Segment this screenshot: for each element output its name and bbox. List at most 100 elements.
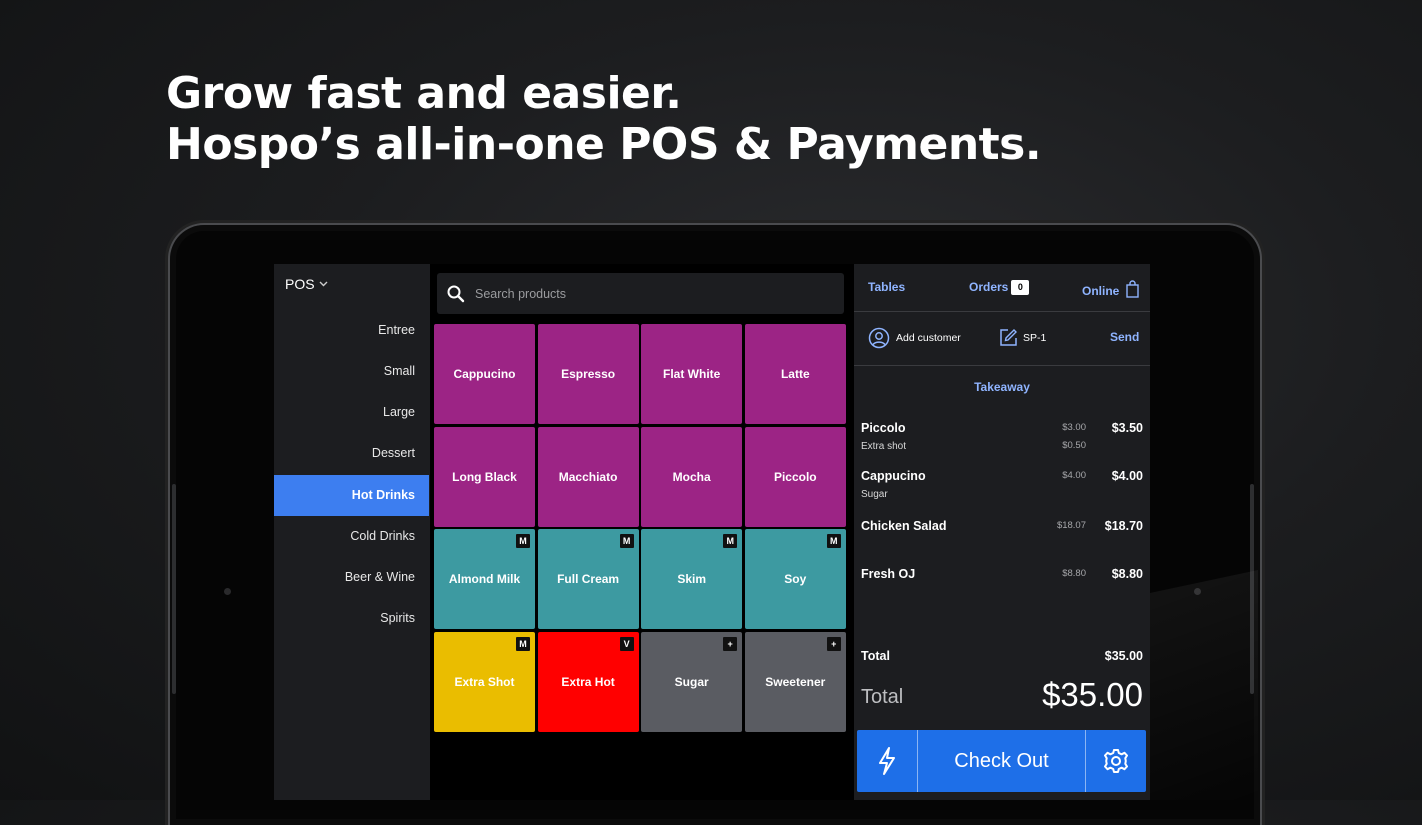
checkout-button[interactable]: Check Out bbox=[918, 730, 1085, 792]
product-tile-skim[interactable]: Skim M bbox=[641, 529, 743, 630]
product-tile-label: Extra Hot bbox=[561, 674, 615, 689]
product-tile-label: Flat White bbox=[663, 367, 721, 381]
product-tile-label: Extra Shot bbox=[454, 674, 515, 689]
category-item-large[interactable]: Large bbox=[274, 392, 429, 433]
send-button[interactable]: Send bbox=[1110, 330, 1139, 344]
product-tile-label: Full Cream bbox=[557, 572, 620, 587]
product-tile-almond-milk[interactable]: Almond Milk M bbox=[434, 529, 535, 630]
modifier-badge: M bbox=[826, 534, 841, 549]
product-tile-latte[interactable]: Latte bbox=[744, 324, 846, 424]
orders-count-badge: 0 bbox=[1011, 280, 1030, 295]
order-line-total: $4.00 bbox=[1111, 469, 1143, 483]
checkout-bar: Check Out bbox=[857, 730, 1146, 792]
grand-total-value: $35.00 bbox=[1042, 676, 1143, 713]
order-line[interactable]: Chicken Salad $18.07 $18.70 bbox=[861, 519, 1143, 539]
modifier-badge: M bbox=[516, 534, 530, 549]
lightning-icon bbox=[879, 747, 895, 775]
settings-button[interactable] bbox=[1085, 730, 1146, 792]
order-line-total: $18.70 bbox=[1104, 519, 1143, 533]
product-tile-label: Mocha bbox=[672, 469, 711, 484]
product-tile-soy[interactable]: Soy M bbox=[744, 529, 846, 630]
product-tile-label: Soy bbox=[784, 572, 807, 587]
search-input[interactable] bbox=[473, 285, 837, 302]
quick-pay-button[interactable] bbox=[857, 730, 918, 792]
product-tile-sweetener[interactable]: Sweetener + bbox=[744, 631, 846, 732]
product-tile-flat-white[interactable]: Flat White bbox=[641, 324, 743, 424]
product-tile-cappucino[interactable]: Cappucino bbox=[434, 324, 535, 424]
pos-menu-button[interactable]: POS bbox=[285, 276, 328, 292]
modifier-badge: M bbox=[516, 636, 530, 651]
order-line-unit-price: $18.07 bbox=[1056, 520, 1086, 531]
product-tile-long-black[interactable]: Long Black bbox=[434, 426, 535, 527]
product-tile-label: Espresso bbox=[561, 367, 616, 381]
order-tabs: Tables Orders 0 Online bbox=[854, 264, 1150, 312]
tablet-camera-left bbox=[224, 588, 231, 595]
tablet-side-button-left bbox=[172, 484, 176, 694]
headline-line-2: Hospo’s all-in-one POS & Payments. bbox=[166, 119, 1042, 170]
tab-orders-label: Orders bbox=[969, 280, 1009, 294]
product-tile-label: Latte bbox=[780, 367, 810, 381]
order-line-unit-price: $3.00 bbox=[1062, 422, 1086, 433]
product-tile-espresso[interactable]: Espresso bbox=[537, 324, 639, 424]
add-customer-button[interactable]: Add customer bbox=[896, 332, 961, 344]
category-item-spirits[interactable]: Spirits bbox=[274, 598, 429, 639]
product-tile-label: Almond Milk bbox=[448, 572, 521, 587]
order-line[interactable]: Fresh OJ $8.80 $8.80 bbox=[861, 567, 1143, 587]
modifier-badge: M bbox=[723, 534, 738, 549]
order-line-name: Cappucino bbox=[861, 469, 926, 483]
order-line-unit-price: $4.00 bbox=[1062, 470, 1086, 481]
order-line-modifier: Sugar bbox=[861, 489, 888, 500]
grand-total-label: Total bbox=[861, 686, 904, 708]
tablet-reflection bbox=[1150, 570, 1258, 800]
product-tile-extra-hot[interactable]: Extra Hot V bbox=[537, 631, 639, 732]
tab-tables[interactable]: Tables bbox=[868, 280, 905, 294]
gear-icon bbox=[1104, 749, 1128, 773]
search-bar bbox=[437, 273, 844, 314]
user-circle-icon[interactable] bbox=[868, 327, 890, 349]
edit-icon[interactable] bbox=[999, 328, 1018, 347]
shopping-bag-icon bbox=[1125, 280, 1139, 298]
product-tile-label: Sweetener bbox=[765, 674, 826, 689]
order-line-total: $8.80 bbox=[1111, 567, 1143, 581]
order-line-modifier-price: $0.50 bbox=[1062, 440, 1086, 451]
category-item-entree[interactable]: Entree bbox=[274, 310, 429, 351]
plus-icon: + bbox=[826, 636, 841, 651]
product-tile-label: Macchiato bbox=[558, 469, 618, 484]
tab-online-label: Online bbox=[1082, 284, 1120, 298]
chevron-down-icon bbox=[319, 281, 328, 287]
tab-online[interactable]: Online bbox=[1082, 280, 1139, 298]
headline: Grow fast and easier. Hospo’s all-in-one… bbox=[166, 68, 1042, 170]
order-line[interactable]: Cappucino Sugar $4.00 $4.00 bbox=[861, 469, 1143, 503]
category-item-hot-drinks[interactable]: Hot Drinks bbox=[274, 475, 429, 516]
product-tile-extra-shot[interactable]: Extra Shot M bbox=[434, 631, 535, 732]
order-line[interactable]: Piccolo Extra shot $3.00 $0.50 $3.50 bbox=[861, 421, 1143, 455]
customer-row: Add customer SP-1 Send bbox=[854, 312, 1150, 366]
total-row: Total $35.00 bbox=[861, 649, 1143, 663]
order-line-name: Fresh OJ bbox=[861, 567, 916, 581]
product-tile-mocha[interactable]: Mocha bbox=[641, 426, 743, 527]
product-tile-piccolo[interactable]: Piccolo bbox=[744, 426, 846, 527]
total-value: $35.00 bbox=[1104, 649, 1143, 663]
category-sidebar: POS Entree Small Large Dessert Hot Drink… bbox=[274, 264, 430, 800]
order-line-total: $3.50 bbox=[1111, 421, 1143, 435]
category-item-small[interactable]: Small bbox=[274, 351, 429, 392]
pos-screen: POS Entree Small Large Dessert Hot Drink… bbox=[274, 264, 1150, 800]
tab-orders[interactable]: Orders 0 bbox=[969, 280, 1030, 295]
product-tile-label: Piccolo bbox=[773, 469, 817, 484]
product-tile-macchiato[interactable]: Macchiato bbox=[537, 426, 639, 527]
order-reference[interactable]: SP-1 bbox=[1023, 332, 1046, 344]
product-tile-full-cream[interactable]: Full Cream M bbox=[537, 529, 639, 630]
product-area: Cappucino Espresso Flat White Latte Long Bla… bbox=[430, 264, 853, 800]
category-item-dessert[interactable]: Dessert bbox=[274, 433, 429, 474]
order-panel: Tables Orders 0 Online Add customer SP-1 … bbox=[854, 264, 1150, 800]
product-tile-sugar[interactable]: Sugar + bbox=[641, 631, 743, 732]
search-icon bbox=[447, 285, 465, 302]
category-item-cold-drinks[interactable]: Cold Drinks bbox=[274, 516, 429, 557]
product-tile-label: Skim bbox=[677, 572, 707, 587]
total-label: Total bbox=[861, 649, 890, 663]
order-line-name: Chicken Salad bbox=[861, 519, 947, 533]
modifier-badge: V bbox=[619, 636, 634, 651]
category-item-beer-wine[interactable]: Beer & Wine bbox=[274, 557, 429, 598]
pos-menu-label: POS bbox=[285, 276, 315, 292]
order-type-takeaway[interactable]: Takeaway bbox=[854, 380, 1150, 394]
